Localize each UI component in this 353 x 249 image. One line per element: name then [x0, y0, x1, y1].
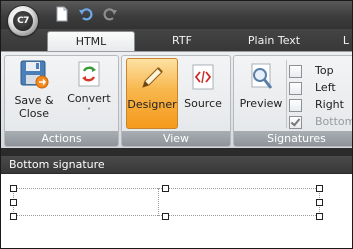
resize-handle-middle-right[interactable] — [316, 199, 323, 206]
designer-label: Designer — [127, 98, 177, 111]
redo-icon[interactable] — [102, 6, 118, 22]
app-logo: C7 — [13, 11, 33, 31]
preview-label: Preview — [239, 97, 283, 110]
pencil-icon — [142, 67, 163, 88]
save-close-label-line1: Save & — [14, 94, 54, 107]
checkbox-left-box[interactable] — [289, 82, 302, 95]
new-document-icon[interactable] — [54, 6, 70, 22]
signature-table[interactable] — [13, 188, 320, 216]
tab-partial[interactable]: L — [339, 31, 352, 51]
tab-rtf[interactable]: RTF — [151, 31, 213, 51]
designer-button[interactable]: Designer — [126, 58, 178, 129]
section-title: Bottom signature — [1, 156, 352, 173]
group-actions-label: Actions — [5, 131, 118, 146]
window: C7 HTML RTF Plain Text L Save & Close Co… — [0, 0, 353, 249]
checkbox-top-box[interactable] — [289, 65, 302, 78]
chevron-down-icon: ˅ — [87, 107, 91, 116]
group-separator — [286, 60, 287, 128]
resize-handle-top-left[interactable] — [10, 185, 17, 192]
group-view: Designer Source View — [121, 55, 231, 147]
preview-button[interactable]: Preview — [237, 58, 285, 127]
save-close-label-line2: Close — [19, 107, 49, 120]
floppy-disk-icon — [20, 60, 49, 89]
tab-html[interactable]: HTML — [47, 31, 135, 53]
source-button[interactable]: Source — [180, 58, 226, 127]
magnifier-icon — [251, 63, 273, 89]
checkbox-right-label: Right — [315, 98, 344, 111]
undo-icon[interactable] — [78, 6, 94, 22]
application-menu-button[interactable]: C7 — [8, 6, 38, 36]
convert-label: Convert — [67, 92, 111, 105]
checkbox-right-box[interactable] — [289, 99, 302, 112]
ribbon: Save & Close Convert ˅ Actions Designer … — [1, 51, 352, 148]
title-bar — [1, 1, 352, 29]
resize-handle-middle-left[interactable] — [10, 199, 17, 206]
group-signatures-label: Signatures — [234, 131, 352, 146]
group-signatures: Preview Top Left Right Bottom Signatures — [233, 55, 353, 147]
save-close-button[interactable]: Save & Close — [8, 58, 60, 128]
table-cell-divider — [158, 188, 159, 216]
group-view-label: View — [122, 131, 230, 146]
source-code-icon — [192, 64, 214, 90]
checkbox-left-label: Left — [315, 81, 336, 94]
checkbox-bottom-box — [289, 116, 302, 129]
resize-handle-top-right[interactable] — [316, 185, 323, 192]
tab-plain-text[interactable]: Plain Text — [239, 31, 309, 51]
resize-handle-bottom-right[interactable] — [316, 213, 323, 220]
resize-handle-top-middle[interactable] — [162, 185, 169, 192]
convert-button[interactable]: Convert ˅ — [63, 58, 115, 128]
source-label: Source — [184, 97, 222, 110]
checkbox-top-label: Top — [315, 64, 334, 77]
group-actions: Save & Close Convert ˅ Actions — [4, 55, 119, 147]
signature-editor[interactable] — [1, 174, 352, 248]
resize-handle-bottom-left[interactable] — [10, 213, 17, 220]
convert-arrows-icon — [78, 61, 100, 87]
ribbon-tabs: HTML RTF Plain Text L — [1, 29, 352, 53]
resize-handle-bottom-middle[interactable] — [162, 213, 169, 220]
checkbox-bottom-label: Bottom — [315, 115, 353, 128]
